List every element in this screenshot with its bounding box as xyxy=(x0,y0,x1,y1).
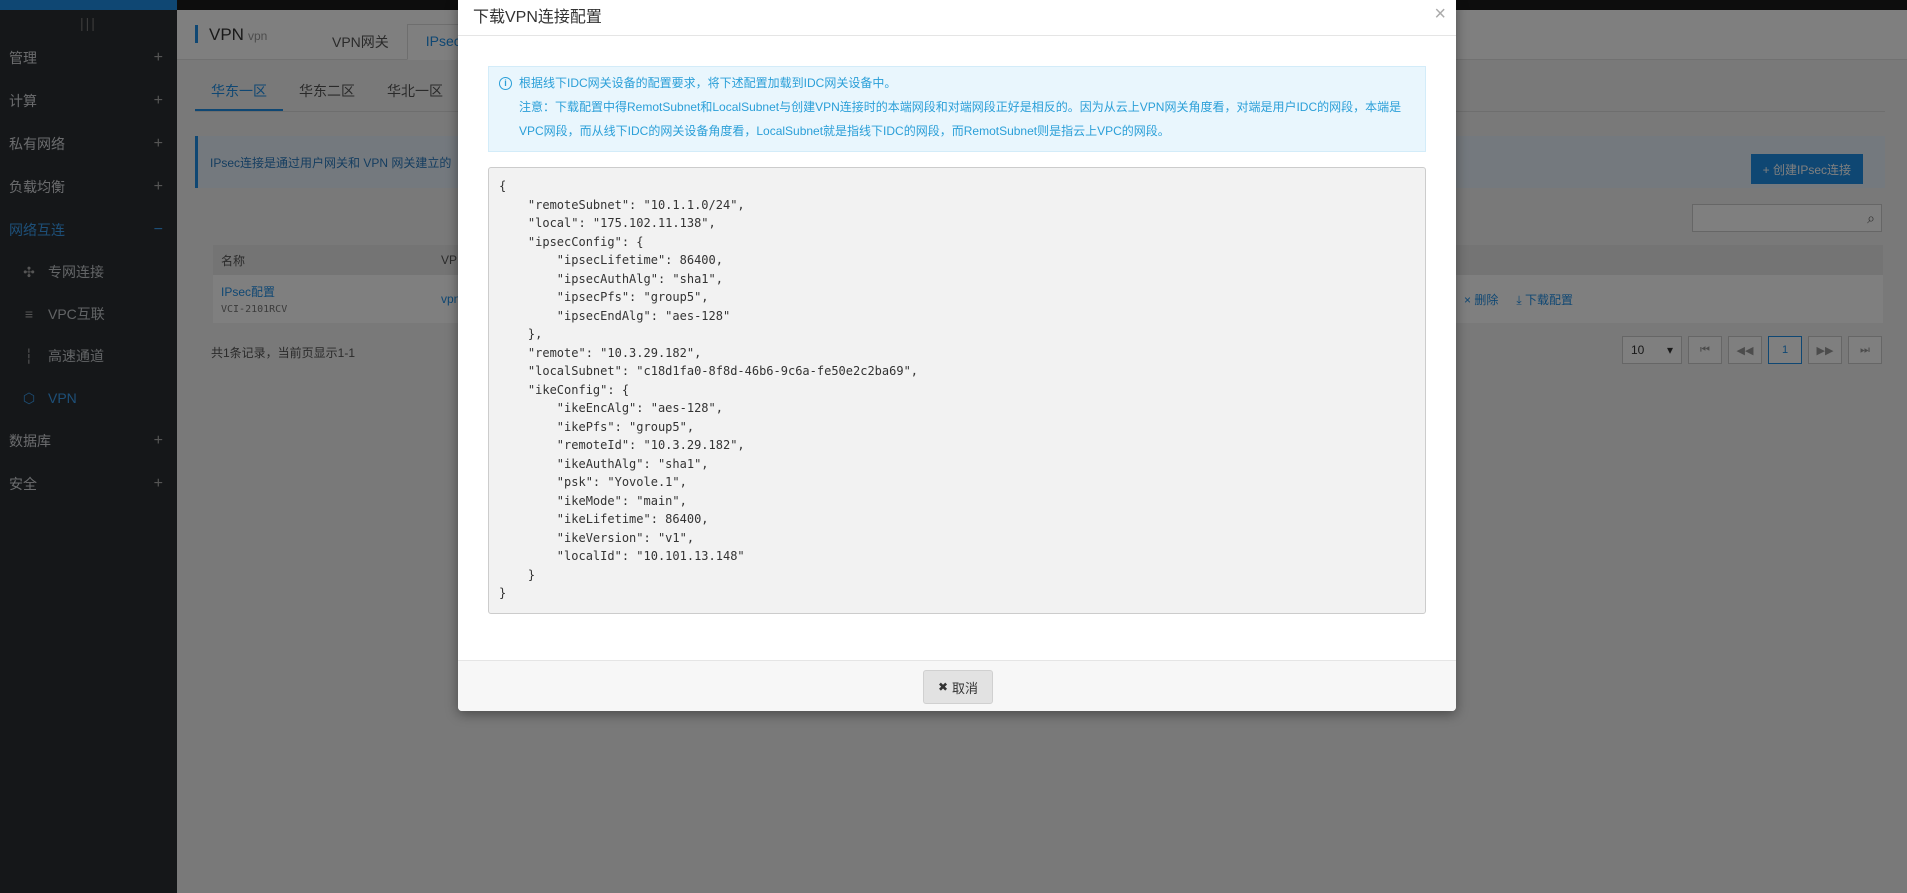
config-code-block[interactable]: { "remoteSubnet": "10.1.1.0/24", "local"… xyxy=(488,167,1426,614)
modal-footer: ✖ 取消 xyxy=(458,660,1456,711)
modal-header: 下载VPN连接配置 × xyxy=(458,0,1456,36)
modal-title: 下载VPN连接配置 xyxy=(473,9,602,26)
notice-line-2: 注意：下载配置中得RemotSubnet和LocalSubnet与创建VPN连接… xyxy=(519,100,1402,114)
notice-box: i 根据线下IDC网关设备的配置要求，将下述配置加载到IDC网关设备中。 注意：… xyxy=(488,66,1426,152)
close-icon: ✖ xyxy=(937,680,949,694)
cancel-button[interactable]: ✖ 取消 xyxy=(923,670,993,704)
cancel-label: 取消 xyxy=(952,680,979,696)
notice-line-1: 根据线下IDC网关设备的配置要求，将下述配置加载到IDC网关设备中。 xyxy=(519,76,897,90)
download-config-modal: 下载VPN连接配置 × i 根据线下IDC网关设备的配置要求，将下述配置加载到I… xyxy=(458,0,1456,711)
info-icon: i xyxy=(499,77,512,90)
notice-line-3: VPC网段，而从线下IDC的网关设备角度看，LocalSubnet就是指线下ID… xyxy=(519,124,1170,138)
close-icon[interactable]: × xyxy=(1434,3,1446,26)
